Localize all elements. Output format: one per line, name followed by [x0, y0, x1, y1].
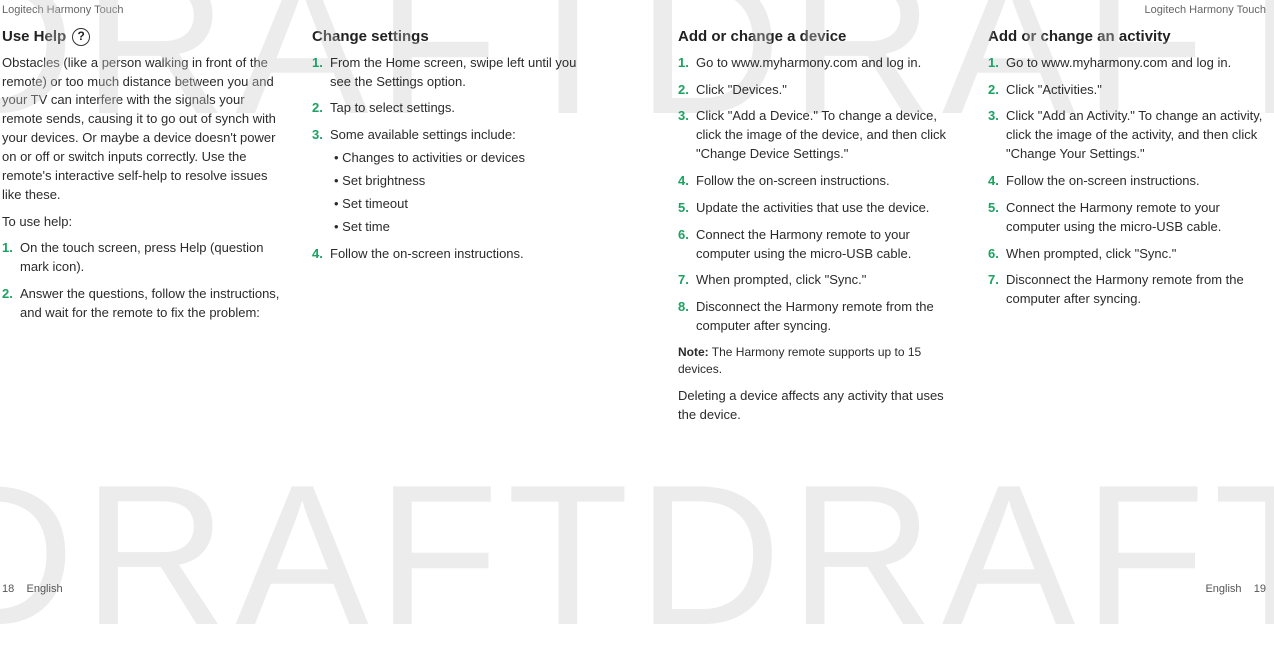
change-settings-title: Change settings: [312, 26, 596, 48]
use-help-intro: Obstacles (like a person walking in fron…: [2, 54, 286, 205]
step-text: Some available settings include:: [330, 127, 516, 142]
step-text: Disconnect the Harmony remote from the c…: [696, 299, 934, 333]
page-header: Logitech Harmony Touch Logitech Harmony …: [0, 0, 1274, 26]
list-item: 2.Tap to select settings.: [312, 99, 596, 118]
step-text: Click "Add an Activity." To change an ac…: [1006, 108, 1262, 161]
to-use-help-label: To use help:: [2, 213, 286, 232]
step-text: Disconnect the Harmony remote from the c…: [1006, 272, 1244, 306]
device-note: Note: The Harmony remote supports up to …: [678, 344, 962, 379]
add-activity-steps: 1.Go to www.myharmony.com and log in. 2.…: [988, 54, 1272, 309]
step-text: Follow the on-screen instructions.: [696, 173, 890, 188]
step-text: When prompted, click "Sync.": [696, 272, 866, 287]
step-text: Go to www.myharmony.com and log in.: [696, 55, 921, 70]
step-text: Connect the Harmony remote to your compu…: [696, 227, 911, 261]
step-text: Answer the questions, follow the instruc…: [20, 286, 279, 320]
content-area: Use Help ? Obstacles (like a person walk…: [0, 26, 1274, 432]
list-item: 5.Connect the Harmony remote to your com…: [988, 199, 1272, 237]
list-item: 1.From the Home screen, swipe left until…: [312, 54, 596, 92]
settings-sublist: Changes to activities or devices Set bri…: [330, 149, 596, 236]
lang-left: English: [26, 583, 62, 595]
step-text: From the Home screen, swipe left until y…: [330, 55, 576, 89]
step-text: Follow the on-screen instructions.: [330, 246, 524, 261]
col-change-settings: Change settings 1.From the Home screen, …: [312, 26, 596, 432]
note-text: The Harmony remote supports up to 15 dev…: [678, 345, 921, 376]
list-item: 2.Click "Activities.": [988, 81, 1272, 100]
spread-gap: [622, 26, 652, 432]
list-item: 1.Go to www.myharmony.com and log in.: [988, 54, 1272, 73]
note-label: Note:: [678, 345, 709, 359]
lang-right: English: [1205, 583, 1241, 595]
step-text: Connect the Harmony remote to your compu…: [1006, 200, 1221, 234]
footer-left: 18 English: [2, 583, 63, 595]
page-footer: 18 English English 19: [2, 583, 1266, 595]
col-use-help: Use Help ? Obstacles (like a person walk…: [2, 26, 286, 432]
step-text: Click "Devices.": [696, 82, 787, 97]
step-text: When prompted, click "Sync.": [1006, 246, 1176, 261]
watermark-bottom: DRAFTDRAFT: [0, 441, 1274, 671]
sublist-item: Set brightness: [334, 172, 596, 191]
use-help-title-text: Use Help: [2, 26, 66, 48]
device-tail: Deleting a device affects any activity t…: [678, 387, 962, 425]
step-text: Click "Add a Device." To change a device…: [696, 108, 946, 161]
question-mark-icon: ?: [72, 28, 90, 46]
step-text: Tap to select settings.: [330, 100, 455, 115]
step-text: Click "Activities.": [1006, 82, 1102, 97]
col-add-activity: Add or change an activity 1.Go to www.my…: [988, 26, 1272, 432]
list-item: 3.Some available settings include: Chang…: [312, 126, 596, 236]
sublist-item: Changes to activities or devices: [334, 149, 596, 168]
step-text: Follow the on-screen instructions.: [1006, 173, 1200, 188]
page-num-right: 19: [1254, 583, 1266, 595]
header-right: Logitech Harmony Touch: [1145, 4, 1266, 16]
list-item: 2.Answer the questions, follow the instr…: [2, 285, 286, 323]
page-num-left: 18: [2, 583, 14, 595]
list-item: 8.Disconnect the Harmony remote from the…: [678, 298, 962, 336]
change-settings-steps: 1.From the Home screen, swipe left until…: [312, 54, 596, 264]
step-text: Update the activities that use the devic…: [696, 200, 929, 215]
list-item: 1.On the touch screen, press Help (quest…: [2, 239, 286, 277]
add-device-steps: 1.Go to www.myharmony.com and log in. 2.…: [678, 54, 962, 336]
sublist-item: Set time: [334, 218, 596, 237]
header-left: Logitech Harmony Touch: [2, 4, 123, 16]
list-item: 7.Disconnect the Harmony remote from the…: [988, 271, 1272, 309]
list-item: 5.Update the activities that use the dev…: [678, 199, 962, 218]
list-item: 3.Click "Add a Device." To change a devi…: [678, 107, 962, 164]
step-text: On the touch screen, press Help (questio…: [20, 240, 264, 274]
list-item: 2.Click "Devices.": [678, 81, 962, 100]
list-item: 6.Connect the Harmony remote to your com…: [678, 226, 962, 264]
col-add-device: Add or change a device 1.Go to www.myhar…: [678, 26, 962, 432]
list-item: 4.Follow the on-screen instructions.: [312, 245, 596, 264]
add-device-title: Add or change a device: [678, 26, 962, 48]
step-text: Go to www.myharmony.com and log in.: [1006, 55, 1231, 70]
list-item: 4.Follow the on-screen instructions.: [678, 172, 962, 191]
list-item: 6.When prompted, click "Sync.": [988, 245, 1272, 264]
list-item: 4.Follow the on-screen instructions.: [988, 172, 1272, 191]
list-item: 3.Click "Add an Activity." To change an …: [988, 107, 1272, 164]
list-item: 7.When prompted, click "Sync.": [678, 271, 962, 290]
footer-right: English 19: [1205, 583, 1266, 595]
add-activity-title: Add or change an activity: [988, 26, 1272, 48]
list-item: 1.Go to www.myharmony.com and log in.: [678, 54, 962, 73]
use-help-steps: 1.On the touch screen, press Help (quest…: [2, 239, 286, 322]
sublist-item: Set timeout: [334, 195, 596, 214]
use-help-title: Use Help ?: [2, 26, 286, 48]
